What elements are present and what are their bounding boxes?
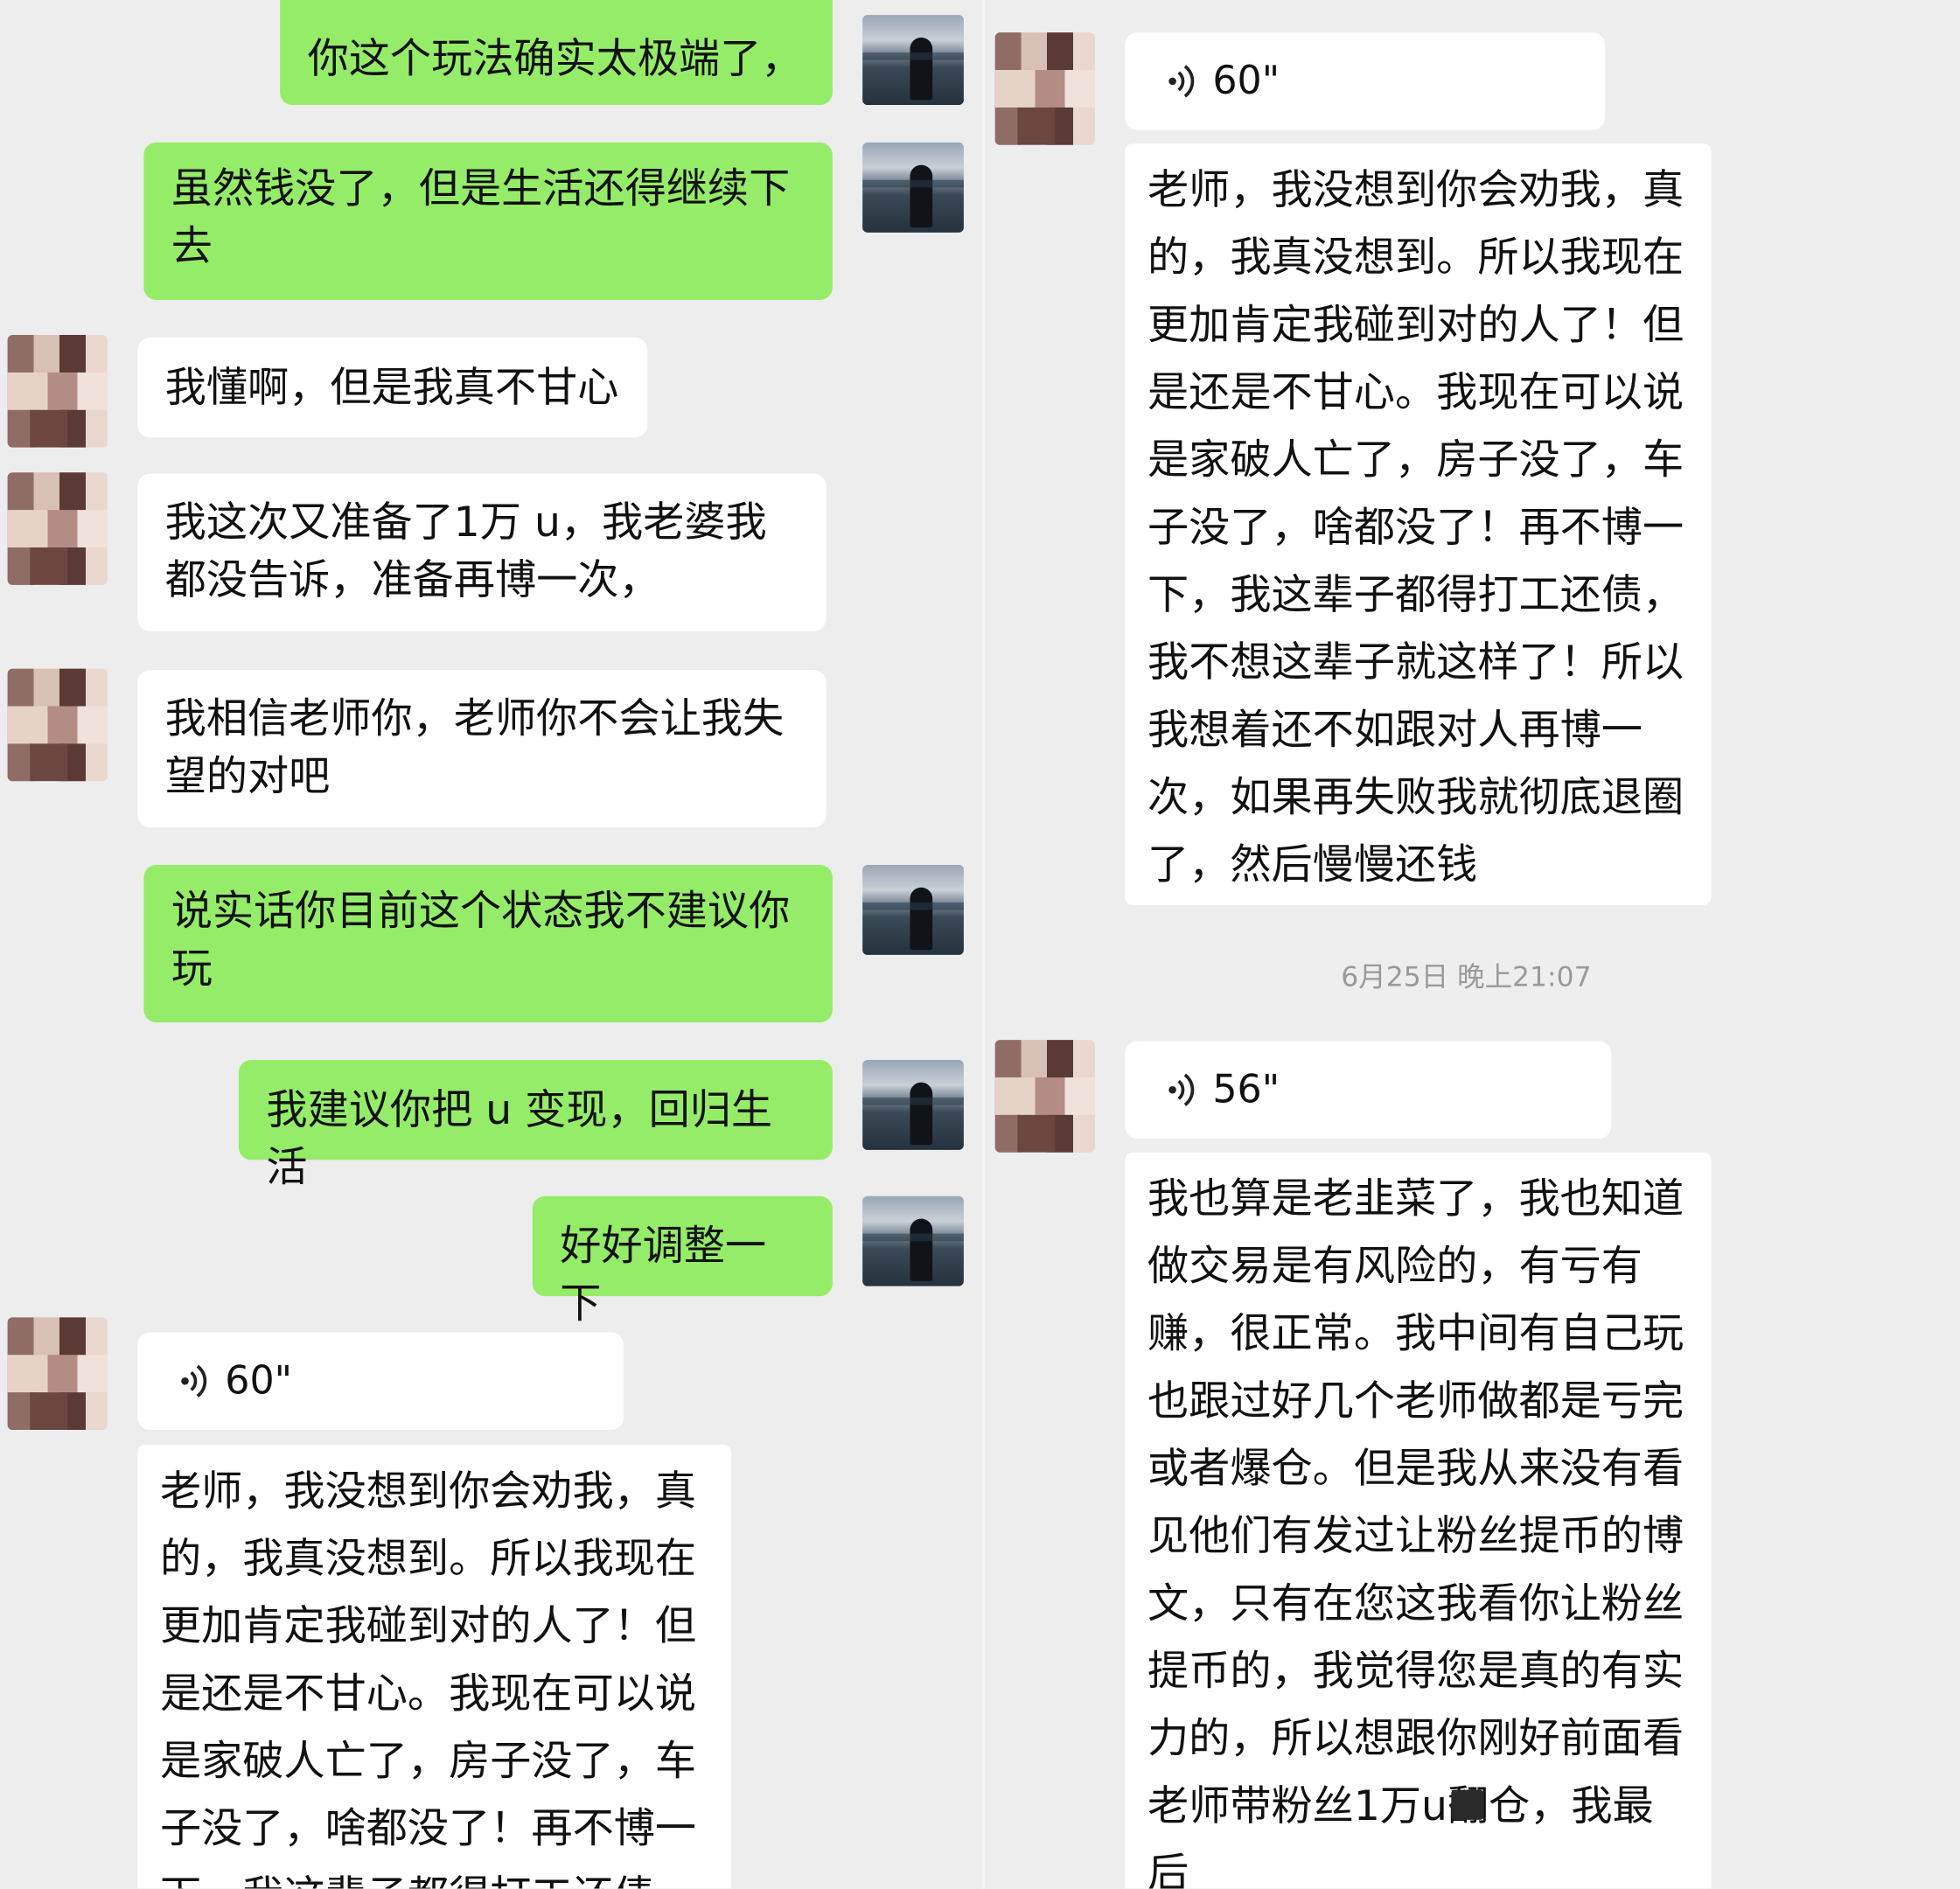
message-bubble-received[interactable]: 我懂啊，但是我真不甘心 <box>137 337 648 438</box>
voice-wave-icon <box>1168 65 1195 98</box>
voice-duration: 60" <box>1212 59 1280 104</box>
chat-pane-right[interactable]: 60" 老师，我没想到你会劝我，真 的，我真没想到。所以我现在 更加肯定我碰到对… <box>985 0 1960 1889</box>
voice-duration: 60" <box>225 1358 293 1404</box>
contact-avatar[interactable] <box>994 1040 1095 1153</box>
message-bubble-sent[interactable]: 说实话你目前这个状态我不建议你 玩 <box>143 865 833 1023</box>
voice-transcript[interactable]: 老师，我没想到你会劝我，真 的，我真没想到。所以我现在 更加肯定我碰到对的人了！… <box>1125 143 1712 905</box>
message-bubble-received[interactable]: 我这次又准备了1万 u，我老婆我 都没告诉，准备再博一次， <box>137 473 827 631</box>
message-bubble-received[interactable]: 我相信老师你，老师你不会让我失 望的对吧 <box>137 670 827 828</box>
contact-avatar[interactable] <box>7 668 108 782</box>
contact-avatar[interactable] <box>7 1317 108 1431</box>
message-bubble-sent[interactable]: 好好调整一下 <box>532 1195 833 1328</box>
contact-avatar[interactable] <box>7 335 108 448</box>
message-bubble-sent[interactable]: 虽然钱没了，但是生活还得继续下 去 <box>143 142 833 301</box>
my-avatar[interactable] <box>862 1195 964 1286</box>
voice-message[interactable]: 60" <box>1125 32 1606 130</box>
voice-wave-icon <box>181 1364 207 1398</box>
chat-pane-left[interactable]: 你这个玩法确实太极端了， 虽然钱没了，但是生活还得继续下 去 我懂啊，但是我真不… <box>0 0 983 1889</box>
contact-avatar[interactable] <box>7 472 108 585</box>
contact-avatar[interactable] <box>994 32 1095 145</box>
voice-transcript[interactable]: 老师，我没想到你会劝我，真 的，我真没想到。所以我现在 更加肯定我碰到对的人了！… <box>137 1445 732 1889</box>
my-avatar[interactable] <box>862 865 964 955</box>
redaction-mark <box>1451 1789 1484 1820</box>
my-avatar[interactable] <box>862 1059 964 1150</box>
voice-message[interactable]: 56" <box>1125 1041 1612 1140</box>
my-avatar[interactable] <box>862 142 964 233</box>
voice-message[interactable]: 60" <box>137 1332 624 1431</box>
message-timestamp: 6月25日 晚上21:07 <box>1341 962 1592 994</box>
voice-transcript[interactable]: 我也算是老韭菜了，我也知道 做交易是有风险的，有亏有 赚，很正常。我中间有自己玩… <box>1125 1152 1712 1889</box>
message-bubble-sent[interactable]: 我建议你把 u 变现，回归生活 <box>238 1059 833 1191</box>
screenshot-canvas: 你这个玩法确实太极端了， 虽然钱没了，但是生活还得继续下 去 我懂啊，但是我真不… <box>0 0 1960 1889</box>
voice-wave-icon <box>1168 1073 1195 1106</box>
message-bubble-sent[interactable]: 你这个玩法确实太极端了， <box>280 0 833 106</box>
voice-duration: 56" <box>1212 1067 1280 1112</box>
my-avatar[interactable] <box>862 15 964 106</box>
